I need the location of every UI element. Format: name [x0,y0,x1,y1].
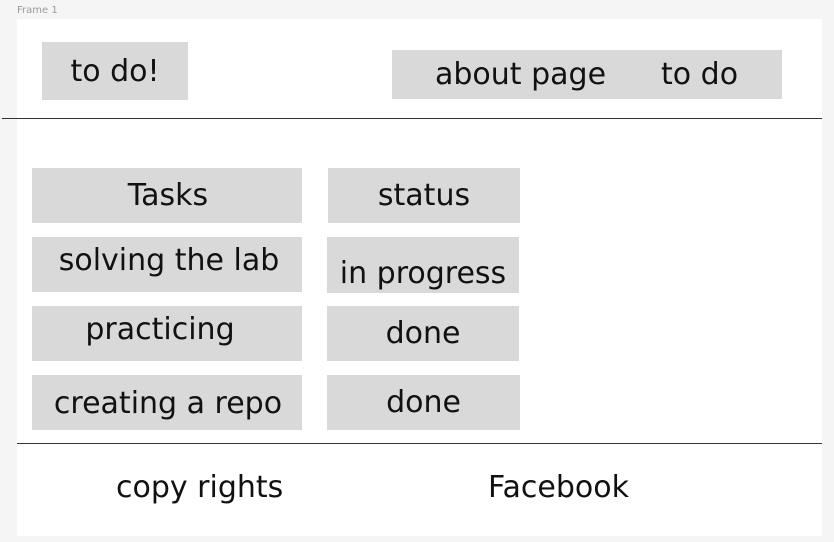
task-cell[interactable]: creating a repo [32,375,302,430]
logo-label: to do! [70,53,160,89]
table-header-tasks: Tasks [32,168,302,223]
nav-item-to-do[interactable]: to do [661,50,738,99]
header-divider [2,118,822,119]
table-header-status-label: status [377,178,471,213]
table-header-tasks-label: Tasks [127,178,209,213]
status-label: in progress [339,256,507,291]
task-label: practicing [85,312,235,347]
nav-item-about-page[interactable]: about page [435,50,606,99]
status-cell[interactable]: done [327,375,520,430]
status-cell[interactable]: done [327,306,519,361]
task-cell[interactable]: practicing [32,306,302,361]
status-label: done [386,385,461,420]
status-label: done [385,316,461,351]
task-label: solving the lab [58,243,280,278]
task-label: creating a repo [53,386,283,421]
top-nav: about page to do [392,50,782,99]
task-cell[interactable]: solving the lab [32,237,302,292]
frame-label: Frame 1 [17,5,58,16]
footer-facebook-link[interactable]: Facebook [488,470,629,505]
status-cell[interactable]: in progress [327,237,519,293]
logo-button[interactable]: to do! [42,42,188,100]
footer-copyright: copy rights [116,470,284,505]
footer-divider [17,443,822,444]
table-header-status: status [328,168,520,223]
